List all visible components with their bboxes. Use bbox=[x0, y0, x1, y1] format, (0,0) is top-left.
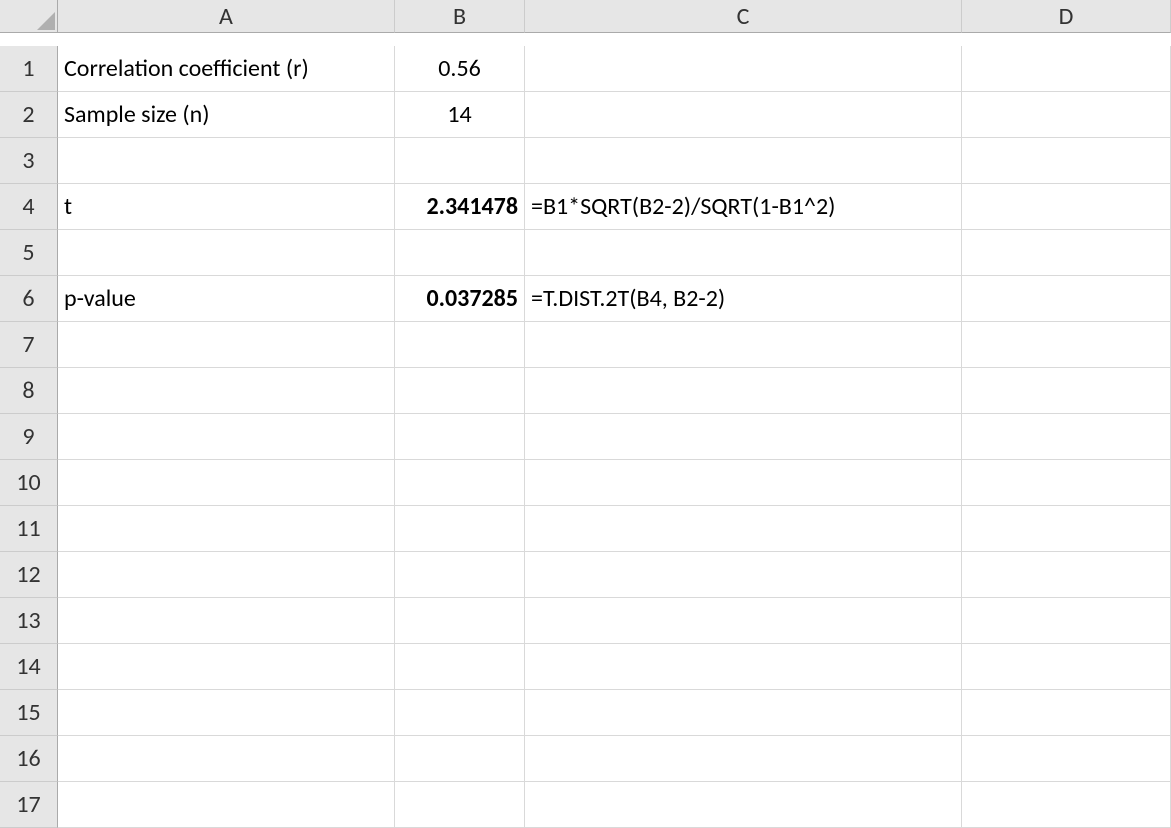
cell-D6[interactable] bbox=[962, 276, 1171, 322]
cell-B4[interactable]: 2.341478 bbox=[395, 184, 525, 230]
cell-A13[interactable] bbox=[58, 598, 395, 644]
cell-C4[interactable]: =B1*SQRT(B2-2)/SQRT(1-B1^2) bbox=[525, 184, 962, 230]
row-header-17[interactable]: 17 bbox=[0, 782, 58, 828]
cell-C9[interactable] bbox=[525, 414, 962, 460]
row-header-13[interactable]: 13 bbox=[0, 598, 58, 644]
cell-B16[interactable] bbox=[395, 736, 525, 782]
cell-D3[interactable] bbox=[962, 138, 1171, 184]
cell-B8[interactable] bbox=[395, 368, 525, 414]
row-header-3[interactable]: 3 bbox=[0, 138, 58, 184]
cell-D1[interactable] bbox=[962, 46, 1171, 92]
cell-B6[interactable]: 0.037285 bbox=[395, 276, 525, 322]
cell-B11[interactable] bbox=[395, 506, 525, 552]
row-header-4[interactable]: 4 bbox=[0, 184, 58, 230]
cell-B17[interactable] bbox=[395, 782, 525, 828]
cell-B5[interactable] bbox=[395, 230, 525, 276]
cell-B1[interactable]: 0.56 bbox=[395, 46, 525, 92]
cell-A16[interactable] bbox=[58, 736, 395, 782]
cell-D4[interactable] bbox=[962, 184, 1171, 230]
cell-C15[interactable] bbox=[525, 690, 962, 736]
cell-D13[interactable] bbox=[962, 598, 1171, 644]
cell-C14[interactable] bbox=[525, 644, 962, 690]
cell-D17[interactable] bbox=[962, 782, 1171, 828]
cell-D16[interactable] bbox=[962, 736, 1171, 782]
cell-C8[interactable] bbox=[525, 368, 962, 414]
cell-A15[interactable] bbox=[58, 690, 395, 736]
cell-D11[interactable] bbox=[962, 506, 1171, 552]
cell-B2[interactable]: 14 bbox=[395, 92, 525, 138]
cell-A2[interactable]: Sample size (n) bbox=[58, 92, 395, 138]
cell-C6[interactable]: =T.DIST.2T(B4, B2-2) bbox=[525, 276, 962, 322]
cell-D7[interactable] bbox=[962, 322, 1171, 368]
select-all-corner[interactable] bbox=[0, 0, 58, 33]
row-header-15[interactable]: 15 bbox=[0, 690, 58, 736]
cell-A9[interactable] bbox=[58, 414, 395, 460]
row-header-10[interactable]: 10 bbox=[0, 460, 58, 506]
cell-B14[interactable] bbox=[395, 644, 525, 690]
cell-C12[interactable] bbox=[525, 552, 962, 598]
cell-D5[interactable] bbox=[962, 230, 1171, 276]
cell-D15[interactable] bbox=[962, 690, 1171, 736]
cell-C1[interactable] bbox=[525, 46, 962, 92]
row-header-11[interactable]: 11 bbox=[0, 506, 58, 552]
cell-B12[interactable] bbox=[395, 552, 525, 598]
row-header-5[interactable]: 5 bbox=[0, 230, 58, 276]
row-header-9[interactable]: 9 bbox=[0, 414, 58, 460]
cell-C2[interactable] bbox=[525, 92, 962, 138]
cell-B15[interactable] bbox=[395, 690, 525, 736]
cell-D12[interactable] bbox=[962, 552, 1171, 598]
cell-B13[interactable] bbox=[395, 598, 525, 644]
row-header-12[interactable]: 12 bbox=[0, 552, 58, 598]
cell-A6[interactable]: p-value bbox=[58, 276, 395, 322]
cell-A1[interactable]: Correlation coefficient (r) bbox=[58, 46, 395, 92]
row-header-8[interactable]: 8 bbox=[0, 368, 58, 414]
cell-B9[interactable] bbox=[395, 414, 525, 460]
cell-C17[interactable] bbox=[525, 782, 962, 828]
cell-C3[interactable] bbox=[525, 138, 962, 184]
cell-A10[interactable] bbox=[58, 460, 395, 506]
cell-D8[interactable] bbox=[962, 368, 1171, 414]
cell-A11[interactable] bbox=[58, 506, 395, 552]
cell-C7[interactable] bbox=[525, 322, 962, 368]
row-header-16[interactable]: 16 bbox=[0, 736, 58, 782]
cell-B10[interactable] bbox=[395, 460, 525, 506]
cell-C5[interactable] bbox=[525, 230, 962, 276]
cell-A3[interactable] bbox=[58, 138, 395, 184]
cell-A5[interactable] bbox=[58, 230, 395, 276]
row-header-1[interactable]: 1 bbox=[0, 46, 58, 92]
cell-C11[interactable] bbox=[525, 506, 962, 552]
col-header-D[interactable]: D bbox=[962, 0, 1171, 33]
cell-B3[interactable] bbox=[395, 138, 525, 184]
cell-D2[interactable] bbox=[962, 92, 1171, 138]
cell-C10[interactable] bbox=[525, 460, 962, 506]
row-header-2[interactable]: 2 bbox=[0, 92, 58, 138]
cell-B7[interactable] bbox=[395, 322, 525, 368]
cell-A4[interactable]: t bbox=[58, 184, 395, 230]
cell-C16[interactable] bbox=[525, 736, 962, 782]
cell-C13[interactable] bbox=[525, 598, 962, 644]
cell-D9[interactable] bbox=[962, 414, 1171, 460]
row-header-7[interactable]: 7 bbox=[0, 322, 58, 368]
row-header-6[interactable]: 6 bbox=[0, 276, 58, 322]
col-header-B[interactable]: B bbox=[395, 0, 525, 33]
col-header-C[interactable]: C bbox=[525, 0, 962, 33]
cell-A7[interactable] bbox=[58, 322, 395, 368]
spreadsheet-grid[interactable]: ABCD 1Correlation coefficient (r)0.56 2Sam… bbox=[0, 0, 1171, 828]
cell-A12[interactable] bbox=[58, 552, 395, 598]
cell-D10[interactable] bbox=[962, 460, 1171, 506]
cell-D14[interactable] bbox=[962, 644, 1171, 690]
cell-A17[interactable] bbox=[58, 782, 395, 828]
cell-A8[interactable] bbox=[58, 368, 395, 414]
row-header-14[interactable]: 14 bbox=[0, 644, 58, 690]
cell-A14[interactable] bbox=[58, 644, 395, 690]
col-header-A[interactable]: A bbox=[58, 0, 395, 33]
